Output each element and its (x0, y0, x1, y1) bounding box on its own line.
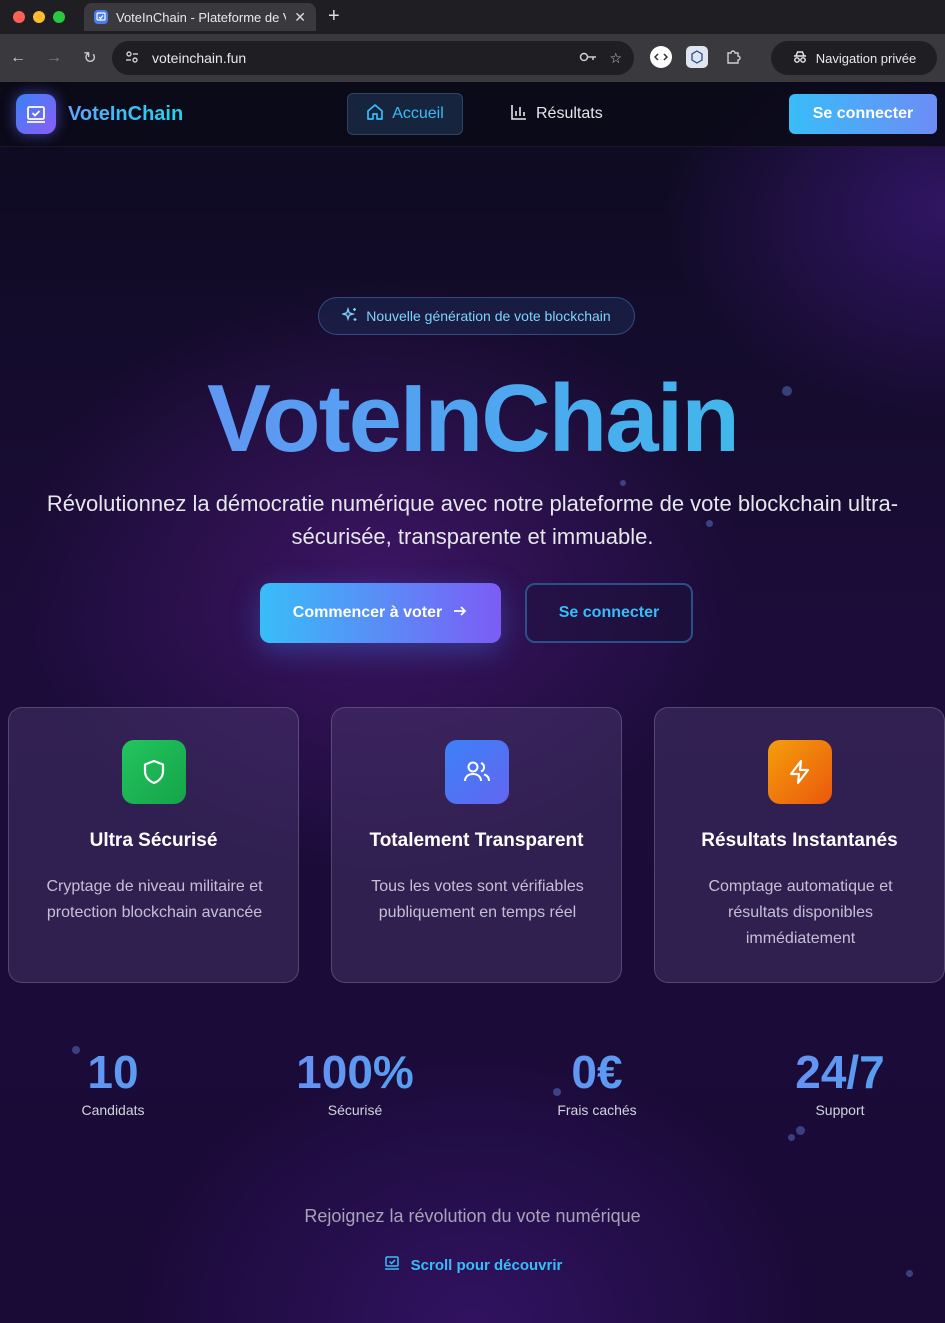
incognito-icon (792, 50, 808, 67)
new-tab-icon[interactable]: + (328, 5, 340, 28)
app-navbar: VoteInChain Accueil Résultats Se connect… (0, 82, 945, 147)
tab-title: VoteInChain - Plateforme de V (116, 9, 287, 25)
favicon-icon (94, 10, 108, 24)
shield-icon (122, 740, 186, 804)
minimize-window-button[interactable] (33, 11, 45, 23)
hero-subtitle: Révolutionnez la démocratie numérique av… (46, 491, 899, 549)
feature-card-security: Ultra Sécurisé Cryptage de niveau milita… (8, 707, 299, 983)
key-icon[interactable] (579, 50, 597, 66)
start-voting-label: Commencer à voter (292, 604, 443, 621)
back-icon[interactable]: ← (0, 49, 36, 67)
logo-icon[interactable] (16, 94, 56, 134)
stat-value: 10 (13, 1042, 213, 1102)
address-bar[interactable]: voteinchain.fun ☆ (112, 41, 634, 75)
nav-login-button[interactable]: Se connecter (789, 94, 937, 134)
browser-tabbar: VoteInChain - Plateforme de V ✕ + (0, 0, 945, 34)
stat-value: 100% (255, 1042, 455, 1102)
close-window-button[interactable] (13, 11, 25, 23)
join-tagline: Rejoignez la révolution du vote numériqu… (304, 1206, 641, 1226)
tab-close-icon[interactable]: ✕ (294, 9, 306, 26)
bar-chart-icon (510, 103, 528, 126)
feature-title: Ultra Sécurisé (89, 830, 218, 851)
window-controls (0, 11, 84, 23)
stat-hidden-fees: 0€ Frais cachés (497, 1042, 697, 1118)
decor-dot (620, 480, 626, 486)
scroll-hint[interactable]: Scroll pour découvrir (0, 1254, 945, 1276)
stat-support: 24/7 Support (740, 1042, 940, 1118)
hero-badge: Nouvelle génération de vote blockchain (318, 297, 635, 335)
lightning-icon (768, 740, 832, 804)
hero-badge-label: Nouvelle génération de vote blockchain (366, 308, 611, 324)
stat-security: 100% Sécurisé (255, 1042, 455, 1118)
extensions-area (650, 46, 744, 68)
devtools-extension-icon[interactable] (650, 46, 672, 68)
arrow-right-icon (452, 603, 468, 624)
extensions-puzzle-icon[interactable] (722, 46, 744, 68)
stat-candidates: 10 Candidats (13, 1042, 213, 1118)
nav-home-link[interactable]: Accueil (347, 93, 463, 135)
start-voting-button[interactable]: Commencer à voter (260, 583, 501, 643)
hero-title: VoteInChain (0, 364, 945, 474)
sparkles-icon (341, 306, 358, 326)
decor-dot (796, 1126, 805, 1135)
private-mode-indicator[interactable]: Navigation privée (771, 41, 937, 75)
hero-login-button[interactable]: Se connecter (525, 583, 693, 643)
nav-results-label: Résultats (536, 105, 603, 122)
feature-title: Totalement Transparent (369, 830, 584, 851)
browser-toolbar: ← → ↻ voteinchain.fun ☆ Navigation privé… (0, 34, 945, 82)
brand-name[interactable]: VoteInChain (68, 103, 183, 126)
feature-card-transparency: Totalement Transparent Tous les votes so… (331, 707, 622, 983)
feature-description: Tous les votes sont vérifiables publique… (371, 878, 584, 921)
feature-description: Cryptage de niveau militaire et protecti… (46, 878, 263, 921)
home-icon (366, 103, 384, 126)
feature-card-instant-results: Résultats Instantanés Comptage automatiq… (654, 707, 945, 983)
bookmark-star-icon[interactable]: ☆ (609, 50, 622, 67)
cube-extension-icon[interactable] (686, 46, 708, 68)
url-text: voteinchain.fun (152, 50, 247, 66)
stat-label: Frais cachés (557, 1102, 637, 1118)
reload-icon[interactable]: ↻ (72, 48, 108, 68)
stat-value: 0€ (497, 1042, 697, 1102)
stat-label: Support (815, 1102, 865, 1118)
scroll-hint-label: Scroll pour découvrir (410, 1256, 563, 1274)
decor-dot (788, 1134, 795, 1141)
page-content: VoteInChain Accueil Résultats Se connect… (0, 82, 945, 1323)
nav-results-link[interactable]: Résultats (510, 93, 603, 135)
vote-box-icon (383, 1254, 401, 1276)
forward-icon[interactable]: → (36, 49, 72, 67)
maximize-window-button[interactable] (53, 11, 65, 23)
nav-home-label: Accueil (392, 105, 444, 122)
stat-label: Candidats (81, 1102, 145, 1118)
site-settings-icon[interactable] (124, 49, 140, 68)
users-icon (445, 740, 509, 804)
feature-title: Résultats Instantanés (701, 830, 898, 851)
stat-label: Sécurisé (327, 1102, 383, 1118)
stat-value: 24/7 (740, 1042, 940, 1102)
browser-tab[interactable]: VoteInChain - Plateforme de V ✕ (84, 3, 316, 31)
feature-description: Comptage automatique et résultats dispon… (708, 878, 893, 947)
private-mode-label: Navigation privée (815, 50, 917, 66)
